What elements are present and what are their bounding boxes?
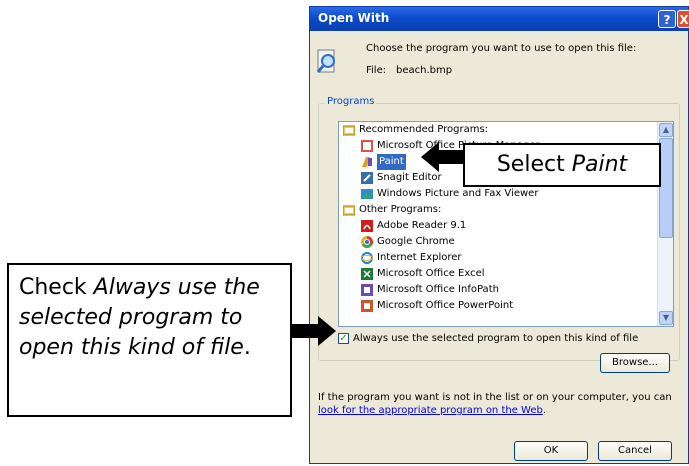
file-search-icon xyxy=(316,49,335,73)
program-item[interactable]: Microsoft Office Excel xyxy=(339,266,659,282)
excel-icon xyxy=(361,268,373,280)
open-with-dialog: Open With ? X Choose the program you wan… xyxy=(309,6,689,464)
program-label: Google Chrome xyxy=(377,236,455,247)
program-item[interactable]: Microsoft Office InfoPath xyxy=(339,282,659,298)
arrow-left-icon xyxy=(421,142,467,172)
instruction-text: Choose the program you want to use to op… xyxy=(366,43,637,54)
always-use-callout: Check Always use the selected program to… xyxy=(7,263,292,417)
scroll-up-icon[interactable]: ▲ xyxy=(659,123,673,137)
program-item[interactable]: Microsoft Office PowerPoint xyxy=(339,298,659,314)
file-label: File: xyxy=(366,65,387,76)
other-header[interactable]: Other Programs: xyxy=(339,202,659,218)
select-paint-callout: Select Paint xyxy=(463,143,661,187)
close-button[interactable]: X xyxy=(677,10,689,28)
scroll-down-icon[interactable]: ▼ xyxy=(659,311,673,325)
folder-icon xyxy=(343,125,355,136)
select-paint-em: Paint xyxy=(571,152,628,177)
find-program-link[interactable]: look for the appropriate program on the … xyxy=(318,405,543,416)
select-paint-prefix: Select xyxy=(496,152,572,177)
other-header-label: Other Programs: xyxy=(359,204,442,215)
ok-button[interactable]: OK xyxy=(514,441,588,461)
program-label: Paint xyxy=(377,154,406,170)
program-label: Windows Picture and Fax Viewer xyxy=(377,188,539,199)
program-item[interactable]: Adobe Reader 9.1 xyxy=(339,218,659,234)
program-item[interactable]: Google Chrome xyxy=(339,234,659,250)
recommended-header[interactable]: Recommended Programs: xyxy=(339,122,659,138)
always-use-checkbox[interactable]: ✓ xyxy=(338,333,349,344)
folder-icon xyxy=(343,205,355,216)
recommended-header-label: Recommended Programs: xyxy=(359,124,489,135)
programs-group-label: Programs xyxy=(325,96,377,107)
program-label: Adobe Reader 9.1 xyxy=(377,220,467,231)
dialog-content: Choose the program you want to use to op… xyxy=(310,31,688,463)
program-item[interactable]: Internet Explorer xyxy=(339,250,659,266)
footer-text: If the program you want is not in the li… xyxy=(318,391,682,417)
cancel-button[interactable]: Cancel xyxy=(598,441,672,461)
program-label: Microsoft Office PowerPoint xyxy=(377,300,514,311)
footer-prefix: If the program you want is not in the li… xyxy=(318,392,672,403)
arrow-right-icon xyxy=(290,316,336,346)
always-use-label: Always use the selected program to open … xyxy=(353,333,639,344)
program-item[interactable]: Windows Picture and Fax Viewer xyxy=(339,186,659,202)
program-label: Microsoft Office InfoPath xyxy=(377,284,499,295)
scroll-thumb[interactable] xyxy=(659,138,673,238)
snagit-icon xyxy=(361,172,373,184)
ie-icon xyxy=(361,252,373,264)
picture-manager-icon xyxy=(361,140,373,152)
chrome-icon xyxy=(361,236,373,248)
help-button[interactable]: ? xyxy=(658,10,676,28)
always-use-callout-end: . xyxy=(243,335,251,360)
footer-end: . xyxy=(542,405,547,416)
title-bar[interactable]: Open With ? X xyxy=(310,7,689,31)
program-label: Microsoft Office Excel xyxy=(377,268,485,279)
dialog-title: Open With xyxy=(318,11,390,25)
browse-button[interactable]: Browse... xyxy=(600,353,670,373)
picture-viewer-icon xyxy=(361,189,373,199)
infopath-icon xyxy=(361,284,373,296)
paint-icon xyxy=(362,157,372,167)
adobe-reader-icon xyxy=(361,220,373,232)
file-name: beach.bmp xyxy=(396,65,453,76)
always-use-callout-prefix: Check xyxy=(19,275,94,300)
program-label: Internet Explorer xyxy=(377,252,462,263)
powerpoint-icon xyxy=(361,300,373,312)
